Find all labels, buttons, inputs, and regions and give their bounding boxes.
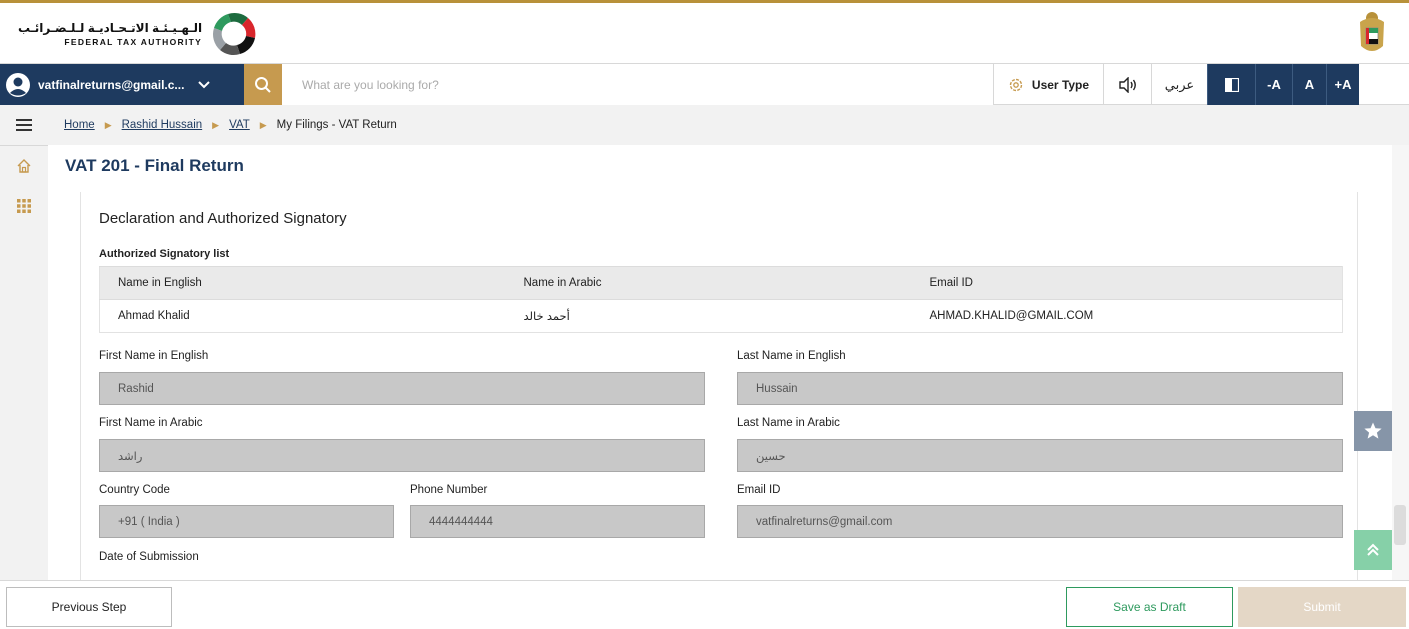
logo-english-text: FEDERAL TAX AUTHORITY — [64, 37, 203, 47]
first-name-english-field[interactable]: Rashid — [99, 372, 705, 405]
table-header-row: Name in English Name in Arabic Email ID — [99, 266, 1343, 300]
first-name-english-label: First Name in English — [99, 350, 209, 362]
email-id-label: Email ID — [737, 484, 781, 496]
font-decrease-button[interactable]: -A — [1255, 64, 1292, 105]
hamburger-icon — [16, 119, 32, 131]
speaker-icon — [1118, 76, 1136, 93]
last-name-arabic-field[interactable]: حسين — [737, 439, 1343, 472]
double-chevron-up-icon — [1367, 543, 1379, 556]
fta-logo-icon — [213, 13, 256, 55]
phone-number-field[interactable]: 4444444444 — [410, 505, 705, 538]
font-increase-button[interactable]: +A — [1326, 64, 1359, 105]
breadcrumb-separator-icon: ▶ — [212, 119, 220, 130]
left-sidebar — [0, 105, 48, 580]
save-as-draft-button[interactable]: Save as Draft — [1066, 587, 1233, 627]
action-footer: Previous Step Save as Draft Submit — [0, 580, 1409, 629]
font-normal-button[interactable]: A — [1292, 64, 1326, 105]
country-code-field[interactable]: +91 ( India ) — [99, 505, 394, 538]
contrast-icon — [1224, 77, 1239, 92]
scrollbar-thumb[interactable] — [1394, 505, 1406, 545]
site-header: الـهـيـئـة الاتـحـاديـة لـلـضـرائـب FEDE… — [0, 3, 1409, 63]
gear-icon — [1009, 78, 1023, 91]
declaration-panel: Declaration and Authorized Signatory Aut… — [80, 192, 1358, 580]
column-header-name-english: Name in English — [99, 266, 506, 300]
first-name-arabic-label: First Name in Arabic — [99, 417, 203, 429]
previous-step-button[interactable]: Previous Step — [6, 587, 172, 627]
signatory-table: Name in English Name in Arabic Email ID … — [99, 266, 1343, 333]
first-name-arabic-field[interactable]: راشد — [99, 439, 705, 472]
last-name-english-label: Last Name in English — [737, 350, 846, 362]
breadcrumb-vat-link[interactable]: VAT — [229, 119, 250, 131]
date-of-submission-label: Date of Submission — [99, 551, 199, 563]
table-row[interactable]: Ahmad Khalid أحمد خالد AHMAD.KHALID@GMAI… — [99, 299, 1343, 333]
phone-number-label: Phone Number — [410, 484, 488, 496]
sidebar-apps-button[interactable] — [0, 186, 48, 226]
top-toolbar: vatfinalreturns@gmail.c... User Type عرب… — [0, 63, 1409, 105]
cell-name-english: Ahmad Khalid — [99, 299, 506, 333]
fta-logo[interactable]: الـهـيـئـة الاتـحـاديـة لـلـضـرائـب FEDE… — [18, 9, 260, 59]
breadcrumb-home-link[interactable]: Home — [64, 119, 95, 131]
column-header-email: Email ID — [911, 266, 1343, 300]
breadcrumb-separator-icon: ▶ — [104, 119, 112, 130]
user-type-label: User Type — [1031, 77, 1090, 92]
cell-name-arabic: أحمد خالد — [505, 299, 912, 333]
favorite-button[interactable] — [1354, 411, 1392, 451]
user-type-button[interactable]: User Type — [993, 64, 1103, 105]
scroll-to-top-button[interactable] — [1354, 530, 1392, 570]
read-aloud-button[interactable] — [1103, 64, 1151, 105]
cell-email: AHMAD.KHALID@GMAIL.COM — [911, 299, 1343, 333]
contrast-toggle-button[interactable] — [1207, 64, 1255, 105]
search-icon — [255, 76, 271, 93]
breadcrumb-current: My Filings - VAT Return — [276, 119, 397, 131]
last-name-arabic-label: Last Name in Arabic — [737, 417, 840, 429]
menu-toggle-button[interactable] — [0, 105, 48, 145]
signatory-list-title: Authorized Signatory list — [99, 248, 230, 260]
column-header-name-arabic: Name in Arabic — [505, 266, 912, 300]
section-title: Declaration and Authorized Signatory — [99, 210, 347, 227]
apps-grid-icon — [17, 199, 31, 213]
page-title: VAT 201 - Final Return — [65, 156, 244, 175]
search-button[interactable] — [244, 64, 282, 105]
submit-button[interactable]: Submit — [1238, 587, 1406, 627]
home-icon — [17, 159, 31, 173]
language-arabic-button[interactable]: عربي — [1151, 64, 1207, 105]
breadcrumb-user-link[interactable]: Rashid Hussain — [122, 119, 203, 131]
email-id-field[interactable]: vatfinalreturns@gmail.com — [737, 505, 1343, 538]
country-code-label: Country Code — [99, 484, 170, 496]
uae-emblem-icon — [1360, 12, 1384, 51]
chevron-down-icon — [198, 80, 211, 88]
star-icon — [1364, 422, 1382, 439]
user-menu[interactable]: vatfinalreturns@gmail.c... — [0, 64, 244, 105]
last-name-english-field[interactable]: Hussain — [737, 372, 1343, 405]
logo-arabic-text: الـهـيـئـة الاتـحـاديـة لـلـضـرائـب — [18, 21, 203, 35]
user-email: vatfinalreturns@gmail.c... — [38, 77, 185, 92]
breadcrumb-separator-icon: ▶ — [259, 119, 267, 130]
breadcrumb: Home ▶ Rashid Hussain ▶ VAT ▶ My Filings… — [48, 105, 1409, 145]
user-avatar-icon — [6, 72, 30, 97]
search-input[interactable] — [282, 64, 993, 105]
sidebar-home-button[interactable] — [0, 146, 48, 186]
